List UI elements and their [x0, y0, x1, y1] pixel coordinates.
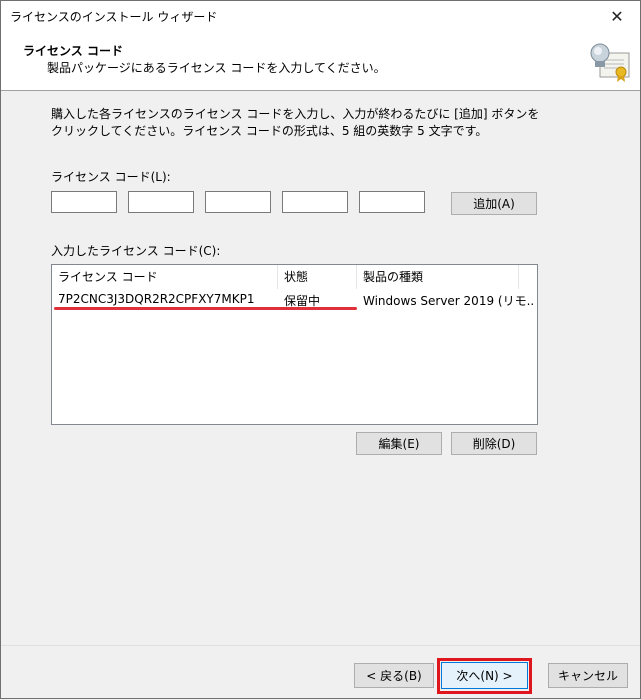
license-code-label: ライセンス コード(L): — [51, 170, 171, 184]
license-code-list[interactable]: ライセンス コード 状態 製品の種類 7P2CNC3J3DQR2R2CPFXY7… — [51, 264, 538, 425]
back-button[interactable]: < 戻る(B) — [354, 663, 434, 688]
window-title: ライセンスのインストール ウィザード — [10, 10, 218, 24]
row-product-type: Windows Server 2019 (リモ... — [363, 294, 533, 308]
license-code-field-5[interactable] — [359, 191, 425, 213]
wizard-footer — [1, 645, 640, 700]
license-wizard-window: ライセンスのインストール ウィザード ✕ ライセンス コード 製品パッケージにあ… — [0, 0, 641, 699]
column-header-license-code[interactable]: ライセンス コード — [52, 265, 278, 289]
license-code-field-1[interactable] — [51, 191, 117, 213]
close-button[interactable]: ✕ — [594, 1, 640, 31]
annotation-underline — [54, 307, 357, 310]
column-header-status[interactable]: 状態 — [278, 265, 357, 289]
column-header-product-type[interactable]: 製品の種類 — [357, 265, 519, 289]
cancel-button[interactable]: キャンセル — [548, 663, 628, 688]
license-code-field-3[interactable] — [205, 191, 271, 213]
row-license-code: 7P2CNC3J3DQR2R2CPFXY7MKP1 — [58, 292, 255, 306]
license-code-field-2[interactable] — [128, 191, 194, 213]
header-title: ライセンス コード — [23, 44, 123, 58]
entered-codes-label: 入力したライセンス コード(C): — [51, 244, 221, 258]
edit-button[interactable]: 編集(E) — [356, 432, 442, 455]
license-code-field-4[interactable] — [282, 191, 348, 213]
instructions-text: 購入した各ライセンスのライセンス コードを入力し、入力が終わるたびに [追加] … — [51, 107, 540, 138]
certificate-icon — [590, 43, 630, 82]
add-button[interactable]: 追加(A) — [451, 192, 537, 215]
close-icon: ✕ — [610, 6, 624, 26]
annotation-highlight-box — [437, 658, 532, 694]
list-header: ライセンス コード 状態 製品の種類 — [52, 265, 537, 289]
header-subtitle: 製品パッケージにあるライセンス コードを入力してください。 — [47, 61, 386, 75]
title-bar: ライセンスのインストール ウィザード ✕ — [1, 1, 640, 31]
delete-button[interactable]: 削除(D) — [451, 432, 537, 455]
wizard-header: ライセンス コード 製品パッケージにあるライセンス コードを入力してください。 — [1, 31, 640, 91]
